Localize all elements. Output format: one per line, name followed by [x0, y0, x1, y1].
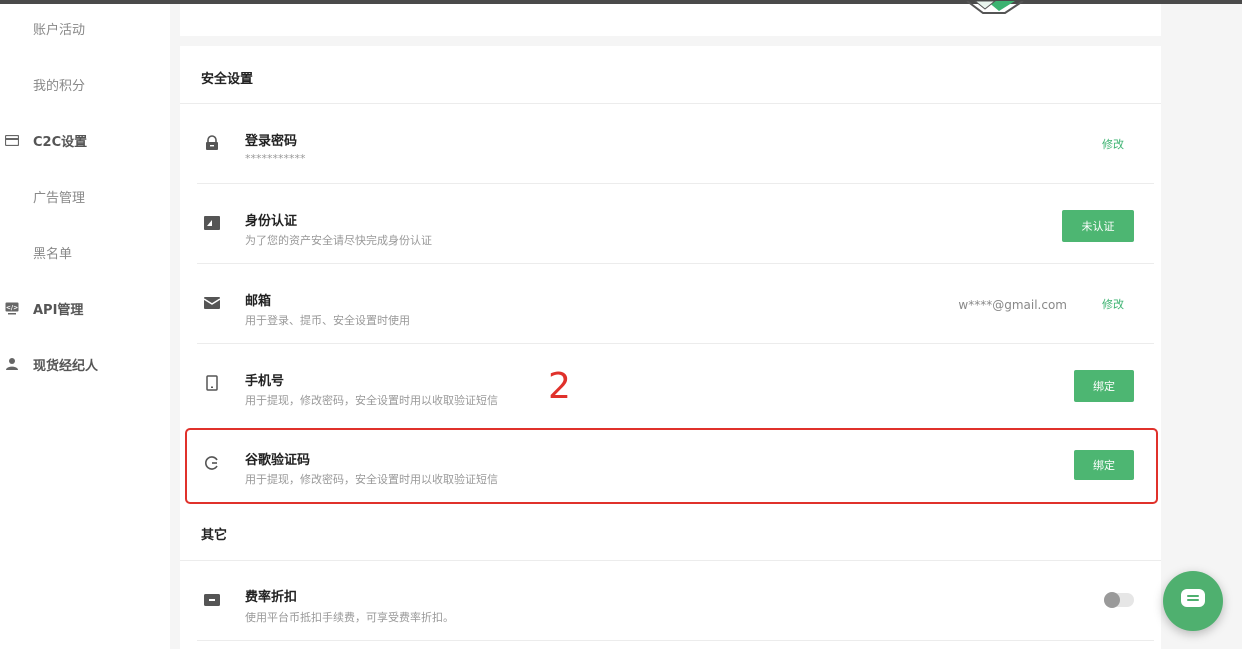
sidebar-item-label: 现货经纪人: [33, 358, 99, 374]
chat-icon: [1180, 588, 1206, 614]
sidebar-item-spot-broker[interactable]: 现货经纪人: [0, 350, 170, 378]
svg-text:</>: </>: [6, 304, 18, 311]
sidebar-item-blacklist[interactable]: 黑名单: [0, 238, 170, 266]
email-value: w****@gmail.com: [958, 298, 1067, 312]
sidebar-item-label: API管理: [33, 302, 84, 318]
phone-icon: [203, 374, 221, 392]
decorative-illustration: [965, 0, 1035, 14]
sidebar-item-c2c-settings[interactable]: C2C设置: [0, 126, 170, 154]
toggle-knob: [1104, 592, 1120, 608]
discount-icon: [203, 591, 221, 609]
row-desc: ***********: [245, 152, 306, 165]
sidebar: 账户活动 我的积分 C2C设置 广告管理 黑名单 </> API管理 现货经纪人: [0, 4, 170, 649]
row-title: 手机号: [245, 374, 285, 389]
section-title-security: 安全设置: [201, 72, 254, 87]
mail-icon: [203, 294, 221, 312]
section-title-other: 其它: [201, 528, 228, 543]
unverified-button[interactable]: 未认证: [1062, 210, 1134, 242]
row-identity-verification: 身份认证 为了您的资产安全请尽快完成身份认证 未认证: [180, 184, 1161, 264]
row-desc: 用于登录、提币、安全设置时使用: [245, 314, 410, 327]
chat-button[interactable]: [1163, 571, 1223, 631]
row-desc: 为了您的资产安全请尽快完成身份认证: [245, 234, 432, 247]
sidebar-item-label: 账户活动: [33, 22, 86, 38]
row-title: 费率折扣: [245, 590, 298, 605]
divider: [197, 640, 1154, 641]
sidebar-item-api-management[interactable]: </> API管理: [0, 294, 170, 322]
row-desc: 使用平台币抵扣手续费，可享受费率折扣。: [245, 611, 454, 624]
lock-icon: [203, 134, 221, 152]
sidebar-item-label: 广告管理: [33, 190, 86, 206]
api-icon: </>: [5, 301, 19, 315]
annotation-number: 2: [548, 366, 571, 407]
sidebar-item-my-points[interactable]: 我的积分: [0, 70, 170, 98]
row-desc: 用于提现，修改密码，安全设置时用以收取验证短信: [245, 394, 498, 407]
security-settings-card: 安全设置 登录密码 *********** 修改 身份认证 为了您的资产安全请尽…: [180, 46, 1161, 649]
modify-password-link[interactable]: 修改: [1102, 136, 1124, 152]
bind-google-auth-button[interactable]: 绑定: [1074, 450, 1134, 480]
fee-discount-toggle[interactable]: [1104, 592, 1134, 608]
card-icon: [5, 133, 19, 147]
sidebar-item-account-activity[interactable]: 账户活动: [0, 14, 170, 42]
row-phone: 手机号 用于提现，修改密码，安全设置时用以收取验证短信 绑定: [180, 344, 1161, 424]
sidebar-item-label: 我的积分: [33, 78, 86, 94]
sidebar-item-label: 黑名单: [33, 246, 73, 262]
row-title: 邮箱: [245, 294, 272, 309]
sidebar-item-ad-management[interactable]: 广告管理: [0, 182, 170, 210]
row-fee-discount: 费率折扣 使用平台币抵扣手续费，可享受费率折扣。: [180, 561, 1161, 641]
row-title: 身份认证: [245, 214, 298, 229]
user-icon: [5, 357, 19, 371]
modify-email-link[interactable]: 修改: [1102, 296, 1124, 312]
id-card-icon: [203, 214, 221, 232]
google-icon: [203, 454, 221, 472]
bind-phone-button[interactable]: 绑定: [1074, 370, 1134, 402]
row-desc: 用于提现，修改密码，安全设置时用以收取验证短信: [245, 473, 498, 486]
row-title: 谷歌验证码: [245, 453, 311, 468]
row-login-password: 登录密码 *********** 修改: [180, 104, 1161, 184]
row-title: 登录密码: [245, 134, 298, 149]
sidebar-item-label: C2C设置: [33, 134, 88, 150]
row-email: 邮箱 用于登录、提币、安全设置时使用 w****@gmail.com 修改: [180, 264, 1161, 344]
row-google-authenticator: 谷歌验证码 用于提现，修改密码，安全设置时用以收取验证短信 绑定: [180, 424, 1161, 504]
